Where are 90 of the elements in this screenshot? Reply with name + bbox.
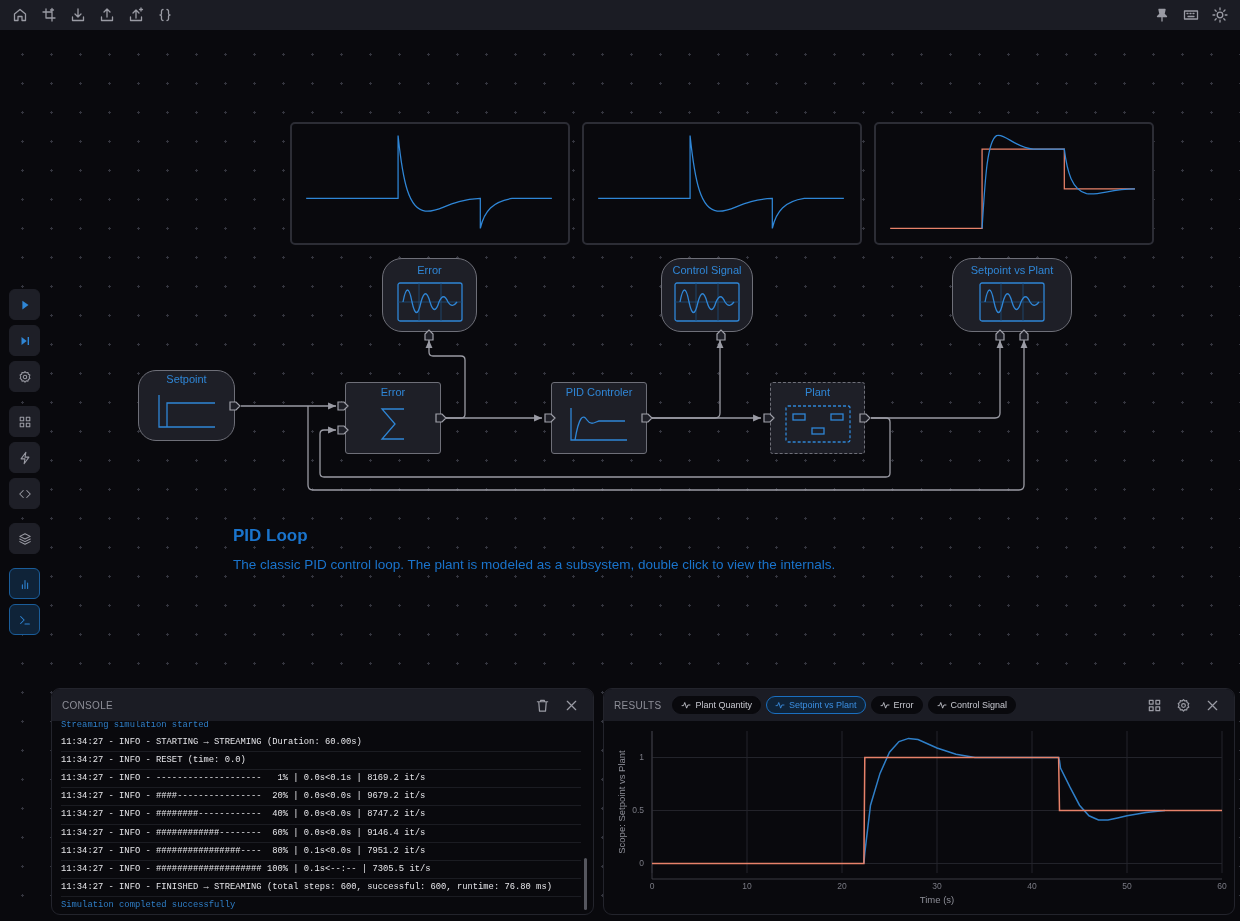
pulse-icon xyxy=(879,700,890,710)
input-port xyxy=(763,413,775,423)
input-port xyxy=(337,401,349,411)
block-label: PID Controler xyxy=(565,386,633,399)
input-port xyxy=(337,425,349,435)
oscilloscope-icon xyxy=(396,282,463,322)
log-line: 11:34:27 - INFO - ############-------- 60% | 0.0s<0.0s | 9146.4 it/s xyxy=(61,824,581,843)
panel-title: CONSOLE xyxy=(62,699,113,711)
block-label: Plant xyxy=(804,386,831,399)
log-line: 11:34:27 - INFO - STARTING → STREAMING (Duration: 60.00s) xyxy=(61,734,581,753)
tick-label: 30 xyxy=(932,881,942,891)
output-port xyxy=(859,413,871,423)
log-line: 11:34:27 - INFO - FINISHED → STREAMING (total steps: 600, successful: 600, runtime: 76.80 ms) xyxy=(61,878,581,897)
step-icon xyxy=(156,392,217,430)
subsystem-block[interactable]: Plant xyxy=(770,382,865,454)
home-icon[interactable] xyxy=(12,7,28,23)
pulse-icon xyxy=(775,700,785,710)
oscilloscope-icon xyxy=(674,282,740,322)
function-block[interactable]: Error xyxy=(345,382,441,454)
result-tab[interactable]: Plant Quantity xyxy=(672,696,761,714)
step-button[interactable] xyxy=(9,325,40,356)
log-line: 11:34:27 - INFO - ########------------ 40% | 0.0s<0.0s | 8747.2 it/s xyxy=(61,806,581,825)
tick-label: 50 xyxy=(1122,881,1132,891)
grid-button[interactable] xyxy=(9,406,40,437)
bolt-button[interactable] xyxy=(9,442,40,473)
play-button[interactable] xyxy=(9,289,40,320)
tick-label: 60 xyxy=(1217,881,1227,891)
annotation-text: The classic PID control loop. The plant is modeled as a subsystem, double click to view the internals. xyxy=(233,557,836,572)
scope-block[interactable]: Error xyxy=(382,258,477,332)
log-line: 11:34:27 - INFO - -------------------- 1% | 0.0s<0.1s | 8169.2 it/s xyxy=(61,770,581,789)
tick-label: 20 xyxy=(837,881,847,891)
settings-button[interactable] xyxy=(9,361,40,392)
result-tab[interactable]: Setpoint vs Plant xyxy=(766,696,866,714)
subsystem-icon xyxy=(784,405,851,443)
download-icon[interactable] xyxy=(70,7,86,23)
result-tab[interactable]: Error xyxy=(870,696,923,714)
terminal-button[interactable] xyxy=(9,604,40,635)
block-label: Setpoint vs Plant xyxy=(970,264,1054,277)
axis-title: Scope: Setpoint vs Plant xyxy=(616,750,627,854)
log-line: 11:34:27 - INFO - ################---- 80% | 0.1s<0.0s | 7951.2 it/s xyxy=(61,842,581,861)
tick-label: 1 xyxy=(639,752,644,763)
block-label: Error xyxy=(417,264,442,277)
input-port xyxy=(424,329,434,341)
tick-label: 0 xyxy=(639,858,644,869)
axis-title: Time (s) xyxy=(919,894,955,905)
tick-label: 0 xyxy=(649,881,655,891)
scrollbar[interactable] xyxy=(584,858,587,910)
pin-icon[interactable] xyxy=(1154,7,1170,23)
output-port xyxy=(435,413,447,423)
scope-block[interactable]: Control Signal xyxy=(661,258,753,332)
block-label: Error xyxy=(380,386,406,399)
output-port xyxy=(641,413,653,423)
settings-icon[interactable] xyxy=(1176,697,1191,713)
gear-icon xyxy=(17,369,32,384)
log-line: 11:34:27 - INFO - RESET (time: 0.0) xyxy=(61,752,581,771)
oscilloscope-icon xyxy=(979,282,1045,322)
keyboard-icon[interactable] xyxy=(1183,7,1199,23)
log-line: 11:34:27 - INFO - ####---------------- 20% | 0.0s<0.0s | 9679.2 it/s xyxy=(61,788,581,807)
layers-icon xyxy=(17,531,32,546)
tick-label: 40 xyxy=(1027,881,1037,891)
input-port xyxy=(716,329,726,341)
grid-icon[interactable] xyxy=(1147,697,1162,713)
tick-label: 10 xyxy=(742,881,752,891)
grid-icon xyxy=(17,414,32,429)
trash-icon[interactable] xyxy=(535,697,550,713)
upload-icon[interactable] xyxy=(99,7,115,23)
input-port xyxy=(544,413,556,423)
annotation-title: PID Loop xyxy=(233,526,309,546)
log-line: Simulation completed successfully xyxy=(61,898,237,912)
sun-icon[interactable] xyxy=(1212,7,1228,23)
output-port xyxy=(229,401,241,411)
input-port xyxy=(1019,329,1029,341)
log-line: Streaming simulation started xyxy=(61,721,210,732)
pulse-icon xyxy=(936,700,947,710)
panel-title: RESULTS xyxy=(614,699,662,711)
scope-block[interactable]: Setpoint vs Plant xyxy=(952,258,1072,332)
source-block[interactable]: Setpoint xyxy=(138,370,235,441)
braces-icon[interactable] xyxy=(157,7,173,23)
block-label: Control Signal xyxy=(672,264,742,277)
upload-icon[interactable] xyxy=(128,7,144,23)
layers-button[interactable] xyxy=(9,523,40,554)
pulse-icon xyxy=(681,700,692,710)
log-line: 11:34:27 - INFO - #################### 100% | 0.1s<--:-- | 7305.5 it/s xyxy=(61,860,581,879)
function-block[interactable]: PID Controler xyxy=(551,382,647,454)
result-tab[interactable]: Control Signal xyxy=(927,696,1017,714)
chart-button[interactable] xyxy=(9,568,40,599)
block-label: Setpoint xyxy=(166,373,207,386)
response-icon xyxy=(569,405,629,443)
tick-label: 0.5 xyxy=(632,805,644,816)
input-port xyxy=(995,329,1005,341)
